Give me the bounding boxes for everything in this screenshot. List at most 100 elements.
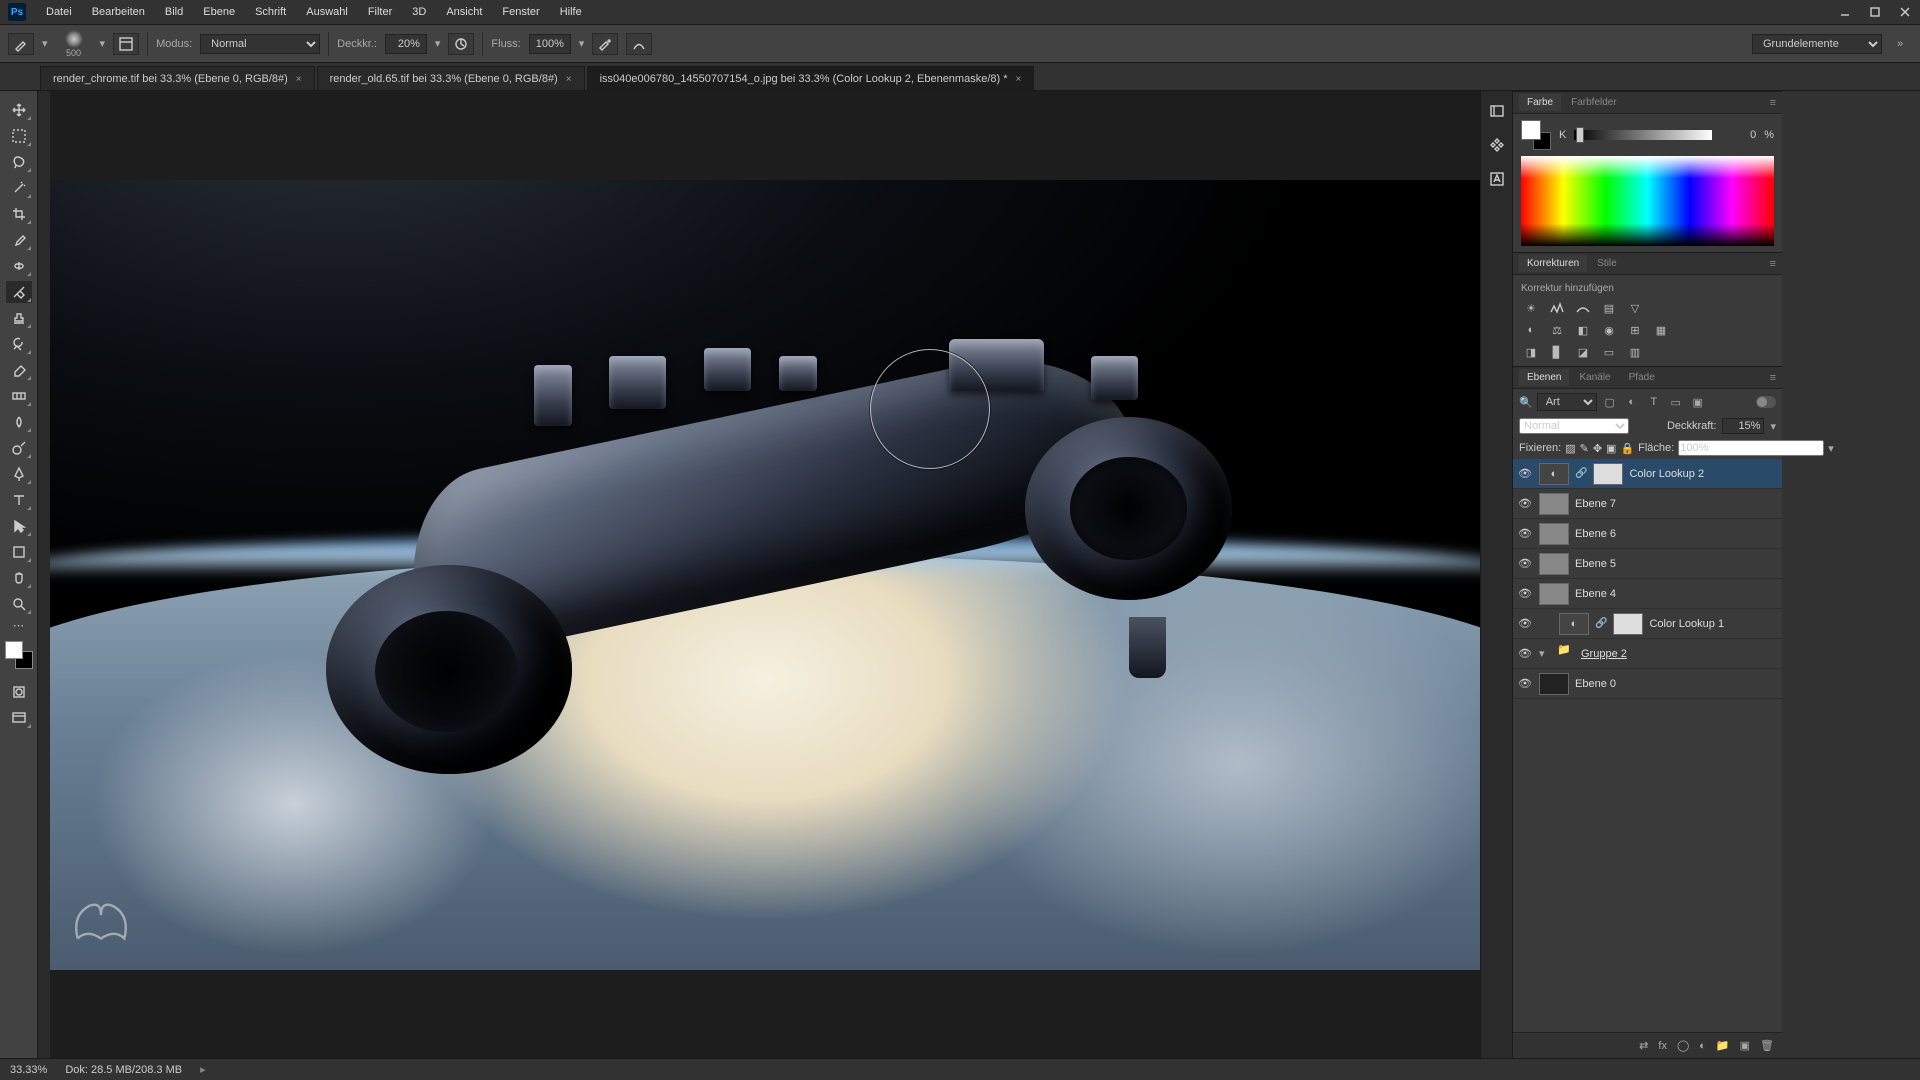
hand-tool[interactable]	[6, 567, 32, 589]
tab-farbe[interactable]: Farbe	[1519, 94, 1561, 111]
photo-filter-icon[interactable]: ◉	[1599, 322, 1619, 338]
layer-name[interactable]: Ebene 7	[1575, 498, 1616, 510]
layer-fill-input[interactable]	[1678, 440, 1824, 456]
layer-thumb[interactable]	[1539, 523, 1569, 545]
layer-name[interactable]: Ebene 5	[1575, 558, 1616, 570]
search-icon[interactable]: 🔍	[1519, 396, 1533, 409]
channel-mixer-icon[interactable]: ⊞	[1625, 322, 1645, 338]
visibility-toggle[interactable]: 👁	[1517, 526, 1533, 542]
brush-tool[interactable]	[6, 281, 32, 303]
layer-name[interactable]: Ebene 6	[1575, 528, 1616, 540]
panel-menu-icon[interactable]: ≡	[1764, 372, 1782, 384]
layer-row[interactable]: 👁 Ebene 6	[1513, 519, 1782, 549]
document-tab[interactable]: iss040e006780_14550707154_o.jpg bei 33.3…	[587, 66, 1035, 90]
panel-menu-icon[interactable]: ≡	[1764, 97, 1782, 109]
healing-tool[interactable]	[6, 255, 32, 277]
layer-row[interactable]: 👁 Ebene 0	[1513, 669, 1782, 699]
menu-ebene[interactable]: Ebene	[193, 2, 245, 22]
color-lookup-icon[interactable]: ▦	[1651, 322, 1671, 338]
tab-stile[interactable]: Stile	[1589, 255, 1624, 272]
tool-preset-picker[interactable]	[8, 33, 34, 55]
stamp-tool[interactable]	[6, 307, 32, 329]
menu-bearbeiten[interactable]: Bearbeiten	[82, 2, 155, 22]
brush-panel-toggle[interactable]	[113, 33, 139, 55]
adjustment-thumb[interactable]: ◐	[1559, 613, 1589, 635]
magic-wand-tool[interactable]	[6, 177, 32, 199]
curves-icon[interactable]	[1573, 300, 1593, 316]
layer-style-icon[interactable]: fx	[1658, 1040, 1667, 1052]
close-icon[interactable]: ×	[566, 74, 572, 85]
character-panel-icon[interactable]	[1487, 169, 1507, 189]
foreground-background-colors[interactable]	[5, 641, 33, 669]
chevron-down-icon[interactable]: ▾	[42, 37, 48, 50]
status-menu-icon[interactable]: ▸	[200, 1063, 206, 1076]
filter-type-icon[interactable]: T	[1645, 394, 1663, 410]
pen-tool[interactable]	[6, 463, 32, 485]
tab-pfade[interactable]: Pfade	[1621, 369, 1663, 386]
expand-toggle[interactable]: ▾	[1539, 647, 1551, 660]
levels-icon[interactable]	[1547, 300, 1567, 316]
lock-transparency-icon[interactable]: ▨	[1565, 441, 1575, 455]
history-panel-icon[interactable]	[1487, 101, 1507, 121]
filter-smart-icon[interactable]: ▣	[1689, 394, 1707, 410]
exposure-icon[interactable]: ▤	[1599, 300, 1619, 316]
layer-row[interactable]: 👁 ◐ 🔗 Color Lookup 1	[1513, 609, 1782, 639]
visibility-toggle[interactable]: 👁	[1517, 646, 1533, 662]
move-tool[interactable]	[6, 99, 32, 121]
adjustment-thumb[interactable]: ◐	[1539, 463, 1569, 485]
panel-menu-icon[interactable]: ≡	[1764, 258, 1782, 270]
selective-color-icon[interactable]: ▥	[1625, 344, 1645, 360]
filter-shape-icon[interactable]: ▭	[1667, 394, 1685, 410]
visibility-toggle[interactable]: 👁	[1517, 586, 1533, 602]
blend-mode-select[interactable]: Normal	[200, 34, 320, 54]
link-icon[interactable]: 🔗	[1595, 618, 1607, 629]
menu-datei[interactable]: Datei	[36, 2, 82, 22]
mask-thumb[interactable]	[1613, 613, 1643, 635]
gradient-map-icon[interactable]: ▭	[1599, 344, 1619, 360]
layer-group-row[interactable]: 👁 ▾ 📁 Gruppe 2	[1513, 639, 1782, 669]
layer-blend-select[interactable]: Normal	[1519, 418, 1629, 434]
new-adjustment-icon[interactable]: ◐	[1699, 1040, 1706, 1052]
opacity-input[interactable]	[385, 34, 427, 54]
delete-layer-icon[interactable]: 🗑	[1760, 1039, 1774, 1052]
zoom-tool[interactable]	[6, 593, 32, 615]
lasso-tool[interactable]	[6, 151, 32, 173]
filter-adjust-icon[interactable]: ◐	[1623, 394, 1641, 410]
visibility-toggle[interactable]: 👁	[1517, 616, 1533, 632]
workspace-select[interactable]: Grundelemente	[1752, 34, 1882, 54]
path-select-tool[interactable]	[6, 515, 32, 537]
menu-filter[interactable]: Filter	[358, 2, 402, 22]
filter-toggle[interactable]	[1756, 396, 1776, 408]
quickmask-toggle[interactable]	[6, 681, 32, 703]
lock-all-icon[interactable]: 🔒	[1620, 441, 1634, 455]
layer-row[interactable]: 👁 ◐ 🔗 Color Lookup 2	[1513, 459, 1782, 489]
menu-bild[interactable]: Bild	[155, 2, 193, 22]
pressure-opacity-toggle[interactable]	[448, 33, 474, 55]
close-icon[interactable]: ×	[1016, 74, 1022, 85]
window-maximize[interactable]	[1860, 0, 1890, 25]
link-icon[interactable]: 🔗	[1575, 468, 1587, 479]
menu-fenster[interactable]: Fenster	[492, 2, 549, 22]
lock-artboard-icon[interactable]: ▣	[1606, 441, 1616, 455]
shape-tool[interactable]	[6, 541, 32, 563]
vibrance-icon[interactable]: ▽	[1625, 300, 1645, 316]
eyedropper-tool[interactable]	[6, 229, 32, 251]
mask-thumb[interactable]	[1593, 463, 1623, 485]
tab-kanaele[interactable]: Kanäle	[1571, 369, 1618, 386]
marquee-tool[interactable]	[6, 125, 32, 147]
layer-row[interactable]: 👁 Ebene 5	[1513, 549, 1782, 579]
zoom-level[interactable]: 33.33%	[10, 1064, 47, 1076]
layer-name[interactable]: Color Lookup 2	[1629, 468, 1704, 480]
link-layers-icon[interactable]: ⇄	[1639, 1039, 1648, 1052]
blur-tool[interactable]	[6, 411, 32, 433]
menu-3d[interactable]: 3D	[402, 2, 436, 22]
chevron-down-icon[interactable]: ▾	[100, 37, 106, 50]
search-icon[interactable]: »	[1888, 38, 1912, 50]
color-spectrum[interactable]	[1521, 156, 1774, 246]
properties-panel-icon[interactable]	[1487, 135, 1507, 155]
invert-icon[interactable]: ◨	[1521, 344, 1541, 360]
document-tab[interactable]: render_old.65.tif bei 33.3% (Ebene 0, RG…	[317, 66, 585, 90]
type-tool[interactable]	[6, 489, 32, 511]
layer-row[interactable]: 👁 Ebene 7	[1513, 489, 1782, 519]
lock-pixels-icon[interactable]: ✎	[1580, 441, 1589, 455]
